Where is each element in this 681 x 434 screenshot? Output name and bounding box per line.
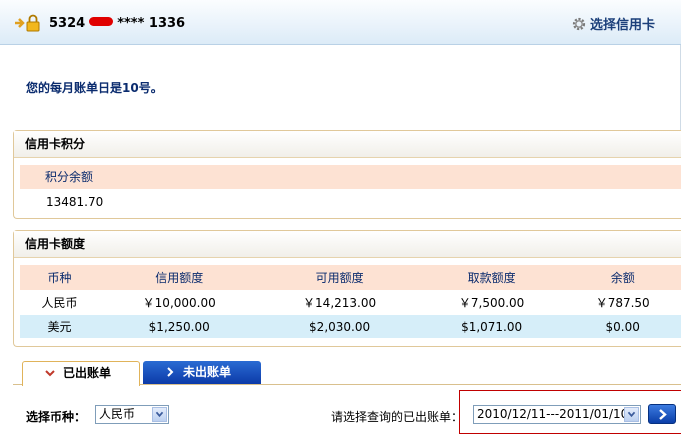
- redaction-mark: [89, 17, 114, 26]
- dropdown-arrow-icon: [624, 407, 639, 422]
- statement-tabs: 已出账单 未出账单: [13, 355, 681, 386]
- dropdown-arrow-icon: [152, 407, 167, 422]
- credit-limit-table: 币种 信用额度 可用额度 取款额度 余额 人民币 ￥10,000.00 ￥14,…: [20, 265, 681, 338]
- table-cell: $1,250.00: [99, 315, 260, 338]
- card-number-mask: ****: [117, 16, 145, 31]
- card-number: 5324 **** 1336: [49, 16, 185, 31]
- column-header: 取款额度: [419, 265, 564, 290]
- points-balance-value: 13481.70: [46, 195, 104, 209]
- table-cell: 美元: [20, 315, 100, 338]
- column-header: 余额: [563, 265, 681, 290]
- lock-arrow-icon: [15, 14, 40, 32]
- points-panel-title: 信用卡积分: [14, 131, 681, 158]
- table-cell: ￥7,500.00: [458, 296, 525, 310]
- credit-limit-panel: 信用卡额度 币种 信用额度 可用额度 取款额度 余额 人民币 ￥10,000.0…: [13, 230, 681, 347]
- column-header: 币种: [20, 265, 100, 290]
- table-header-row: 币种 信用额度 可用额度 取款额度 余额: [20, 265, 681, 290]
- card-number-suffix: 1336: [148, 16, 186, 31]
- arrow-right-icon: [659, 409, 667, 420]
- table-cell: ￥14,213.00: [303, 296, 377, 310]
- card-header: 5324 **** 1336 选择信用卡: [0, 0, 681, 45]
- chevron-down-icon: [45, 370, 55, 377]
- tab-unissued-label: 未出账单: [183, 365, 232, 379]
- table-row: 美元 $1,250.00 $2,030.00 $1,071.00 $0.00: [20, 315, 681, 338]
- table-cell: $2,030.00: [259, 315, 420, 338]
- column-header: 信用额度: [99, 265, 260, 290]
- table-row: 人民币 ￥10,000.00 ￥14,213.00 ￥7,500.00 ￥787…: [20, 290, 681, 315]
- tab-unissued-statements[interactable]: 未出账单: [143, 361, 261, 384]
- tab-issued-label: 已出账单: [63, 366, 112, 380]
- currency-select-value: 人民币: [99, 407, 136, 421]
- choose-card-link[interactable]: 选择信用卡: [571, 14, 655, 33]
- chevron-right-icon: [167, 367, 174, 377]
- tab-issued-statements[interactable]: 已出账单: [22, 361, 140, 386]
- query-go-button[interactable]: [648, 404, 676, 424]
- bill-day-text: 您的每月账单日是10号。: [26, 81, 163, 95]
- table-cell: $1,071.00: [419, 315, 564, 338]
- table-cell: ￥10,000.00: [142, 296, 216, 310]
- statement-period-value: 2010/12/11---2011/01/10: [477, 407, 629, 421]
- choose-card-label: 选择信用卡: [589, 18, 655, 33]
- currency-select[interactable]: 人民币: [95, 405, 169, 424]
- table-cell: $0.00: [563, 315, 681, 338]
- points-panel: 信用卡积分 积分余额 13481.70: [13, 130, 681, 219]
- statement-select-label: 请选择查询的已出账单：: [331, 410, 464, 424]
- points-column-header: 积分余额: [20, 165, 681, 189]
- table-cell: ￥787.50: [595, 296, 650, 310]
- card-number-prefix: 5324: [49, 16, 86, 31]
- currency-label: 选择币种：: [26, 410, 87, 424]
- table-cell: 人民币: [41, 296, 78, 310]
- statement-period-select[interactable]: 2010/12/11---2011/01/10: [473, 405, 641, 424]
- gear-icon: [572, 17, 586, 31]
- credit-limit-panel-title: 信用卡额度: [14, 231, 681, 258]
- column-header: 可用额度: [259, 265, 420, 290]
